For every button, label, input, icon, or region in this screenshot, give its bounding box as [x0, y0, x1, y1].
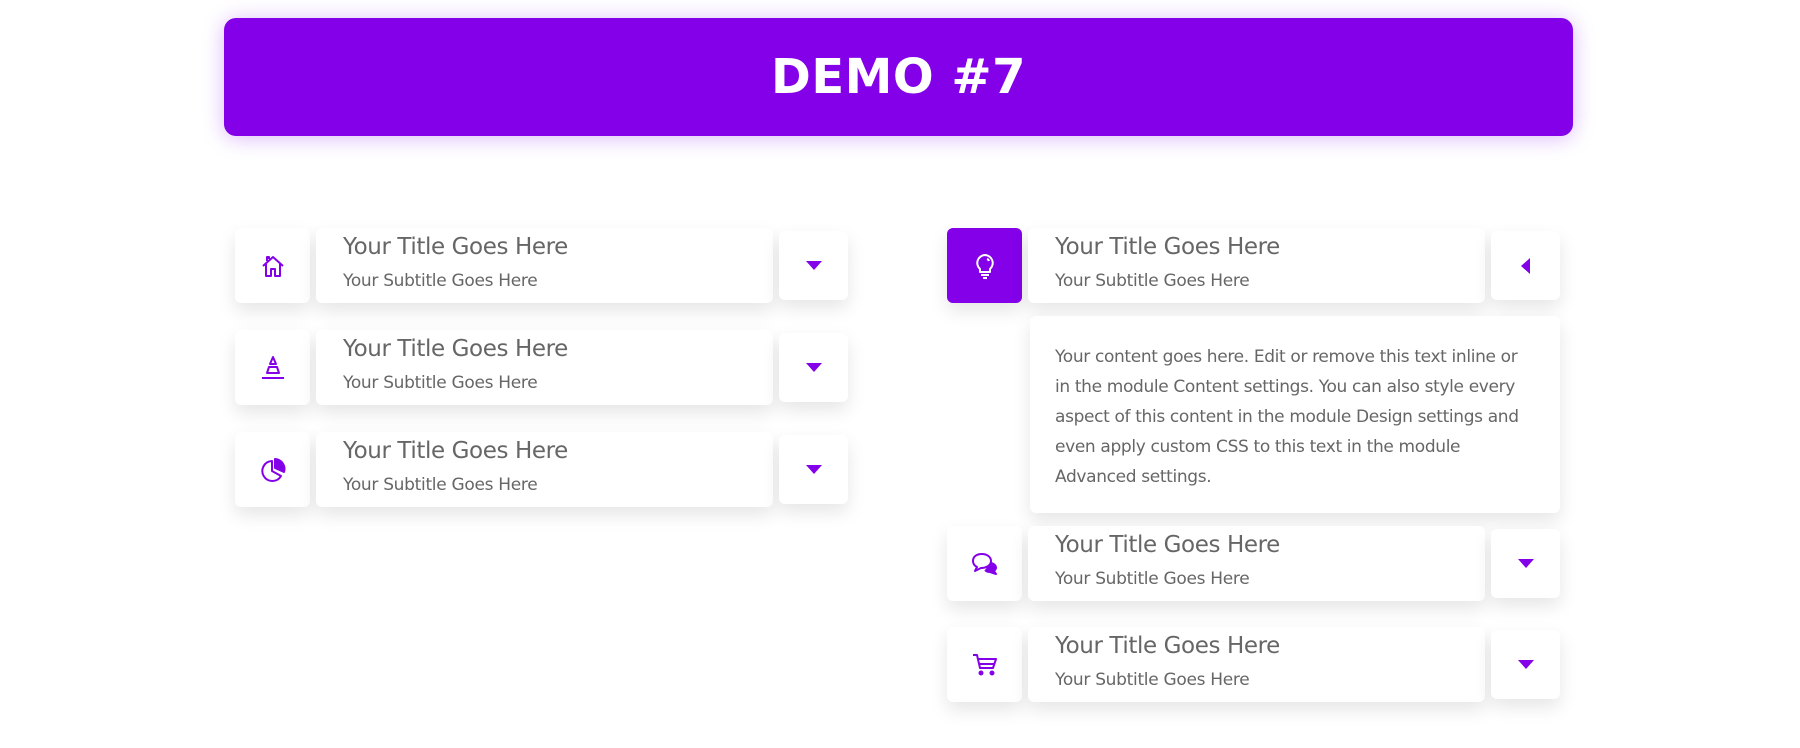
traffic-cone-icon	[259, 354, 287, 382]
banner-title: DEMO #7	[770, 49, 1027, 105]
accordion-toggle-header[interactable]: Your Title Goes Here Your Subtitle Goes …	[316, 228, 773, 303]
accordion-title: Your Title Goes Here	[1055, 234, 1280, 260]
accordion-content-text: Your content goes here. Edit or remove t…	[1055, 347, 1519, 487]
home-icon	[260, 253, 286, 279]
caret-down-icon	[1517, 559, 1534, 568]
accordion-icon-button[interactable]	[235, 330, 310, 405]
caret-down-icon	[805, 363, 822, 372]
accordion-subtitle: Your Subtitle Goes Here	[1055, 271, 1250, 291]
accordion-icon-button[interactable]	[947, 627, 1022, 702]
pie-chart-icon	[259, 456, 287, 484]
accordion-title: Your Title Goes Here	[343, 336, 568, 362]
shopping-cart-icon	[971, 652, 999, 678]
accordion-toggle-header[interactable]: Your Title Goes Here Your Subtitle Goes …	[316, 330, 773, 405]
accordion-expand-button[interactable]	[1491, 529, 1560, 598]
accordion-toggle-header[interactable]: Your Title Goes Here Your Subtitle Goes …	[1028, 228, 1485, 303]
accordion-expand-button[interactable]	[779, 435, 848, 504]
accordion-subtitle: Your Subtitle Goes Here	[1055, 670, 1250, 690]
chat-bubbles-icon	[971, 551, 999, 577]
accordion-toggle-header[interactable]: Your Title Goes Here Your Subtitle Goes …	[1028, 627, 1485, 702]
accordion-title: Your Title Goes Here	[1055, 532, 1280, 558]
accordion-icon-button[interactable]	[235, 432, 310, 507]
accordion-icon-button-active[interactable]	[947, 228, 1022, 303]
accordion-toggle-header[interactable]: Your Title Goes Here Your Subtitle Goes …	[316, 432, 773, 507]
accordion-content-panel: Your content goes here. Edit or remove t…	[1030, 316, 1560, 513]
demo-banner: DEMO #7	[224, 18, 1573, 136]
caret-left-icon	[1521, 257, 1530, 274]
lightbulb-icon	[972, 252, 998, 280]
accordion-icon-button[interactable]	[235, 228, 310, 303]
caret-down-icon	[1517, 660, 1534, 669]
accordion-subtitle: Your Subtitle Goes Here	[343, 271, 538, 291]
accordion-expand-button[interactable]	[1491, 630, 1560, 699]
accordion-subtitle: Your Subtitle Goes Here	[343, 373, 538, 393]
accordion-toggle-header[interactable]: Your Title Goes Here Your Subtitle Goes …	[1028, 526, 1485, 601]
accordion-expand-button[interactable]	[779, 333, 848, 402]
accordion-title: Your Title Goes Here	[343, 438, 568, 464]
accordion-icon-button[interactable]	[947, 526, 1022, 601]
accordion-subtitle: Your Subtitle Goes Here	[343, 475, 538, 495]
accordion-title: Your Title Goes Here	[343, 234, 568, 260]
accordion-collapse-button[interactable]	[1491, 231, 1560, 300]
caret-down-icon	[805, 465, 822, 474]
accordion-expand-button[interactable]	[779, 231, 848, 300]
caret-down-icon	[805, 261, 822, 270]
accordion-title: Your Title Goes Here	[1055, 633, 1280, 659]
accordion-subtitle: Your Subtitle Goes Here	[1055, 569, 1250, 589]
